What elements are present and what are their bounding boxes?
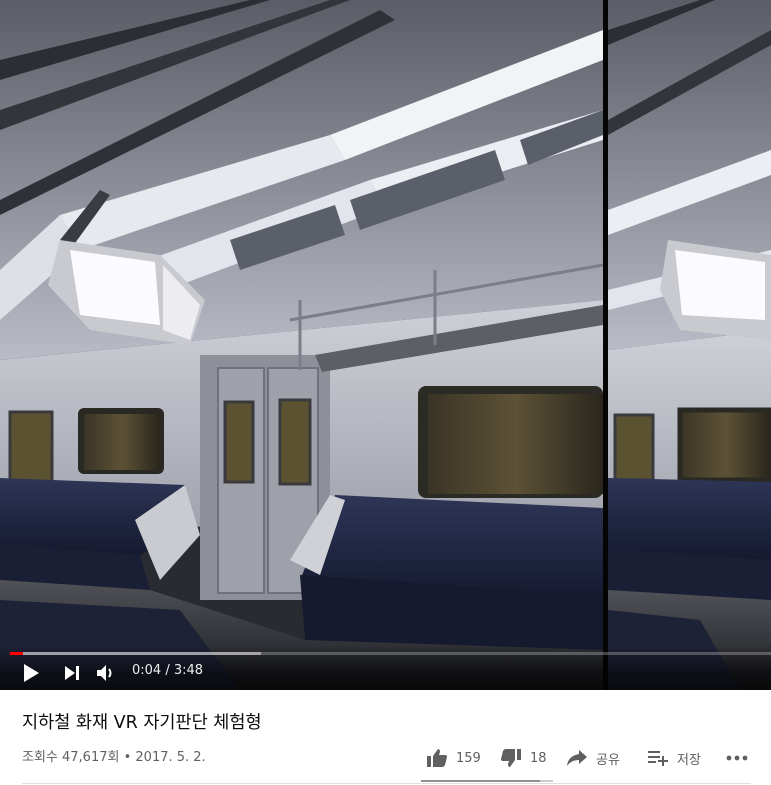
sentiment-like-portion bbox=[421, 780, 540, 782]
video-player[interactable]: 0:04 / 3:48 bbox=[0, 0, 771, 690]
meta-separator: • bbox=[119, 750, 136, 765]
time-total: 3:48 bbox=[173, 663, 204, 678]
time-separator: / bbox=[161, 663, 174, 678]
like-count: 159 bbox=[456, 750, 481, 766]
playlist-add-icon bbox=[648, 751, 668, 766]
like-button[interactable]: 159 bbox=[426, 744, 481, 772]
progress-bar[interactable] bbox=[10, 652, 771, 655]
save-label: 저장 bbox=[677, 752, 701, 768]
thumbs-down-icon bbox=[501, 749, 521, 767]
time-display: 0:04 / 3:48 bbox=[132, 663, 203, 678]
right-view bbox=[603, 0, 771, 690]
share-icon bbox=[567, 750, 587, 766]
upload-date: 2017. 5. 2. bbox=[135, 750, 206, 765]
video-frame-subway-interior bbox=[0, 0, 771, 690]
dislike-count: 18 bbox=[530, 750, 547, 766]
more-actions-button[interactable] bbox=[726, 744, 748, 772]
more-icon bbox=[726, 755, 748, 761]
next-icon bbox=[65, 666, 79, 680]
share-label: 공유 bbox=[596, 752, 620, 768]
thumbs-up-icon bbox=[427, 749, 447, 767]
player-controls: 0:04 / 3:48 bbox=[0, 645, 771, 690]
view-count: 조회수 47,617회 bbox=[22, 750, 120, 765]
volume-icon bbox=[97, 665, 112, 681]
next-button[interactable] bbox=[57, 661, 87, 685]
play-icon bbox=[24, 664, 39, 682]
video-meta: 조회수 47,617회 • 2017. 5. 2. bbox=[22, 746, 206, 765]
video-title: 지하철 화재 VR 자기판단 체험형 bbox=[22, 713, 262, 733]
time-current: 0:04 bbox=[132, 663, 162, 678]
progress-played bbox=[10, 652, 24, 655]
volume-button[interactable] bbox=[91, 661, 121, 685]
divider bbox=[22, 783, 751, 784]
save-button[interactable]: 저장 bbox=[647, 744, 701, 772]
progress-buffered bbox=[10, 652, 262, 655]
left-view bbox=[0, 0, 604, 690]
play-button[interactable] bbox=[16, 661, 46, 685]
sentiment-bar bbox=[421, 780, 553, 782]
dislike-button[interactable]: 18 bbox=[500, 744, 547, 772]
share-button[interactable]: 공유 bbox=[566, 744, 620, 772]
